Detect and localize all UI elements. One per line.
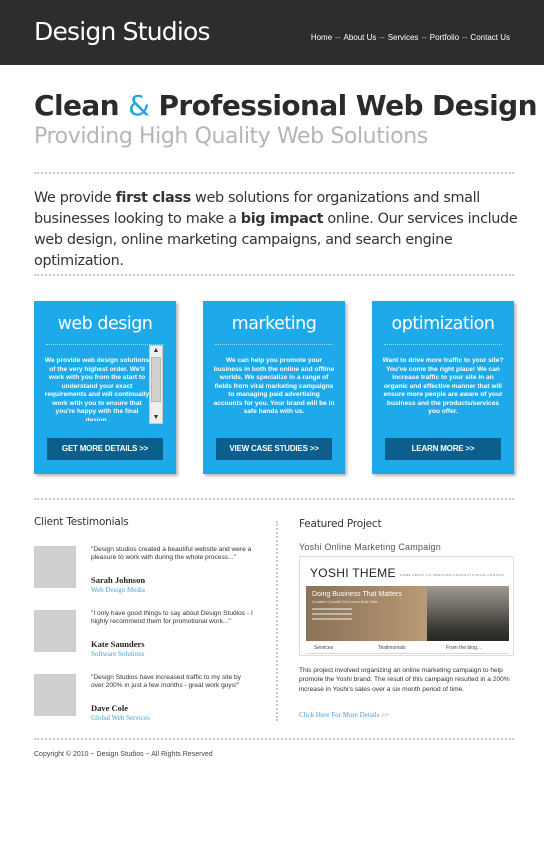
divider [34,738,514,740]
intro-bold: first class [115,190,192,206]
screenshot-banner-title: Doing Business That Matters [312,591,402,598]
screenshot-text-line [312,613,352,615]
divider [34,274,514,276]
testimonial-name: Sarah Johnson [91,575,146,585]
testimonial-org-link[interactable]: Global Web Services [91,714,150,722]
nav-contact-us[interactable]: Contact Us [470,33,510,42]
scroll-thumb[interactable] [151,357,161,402]
service-divider [46,344,164,345]
testimonial-item: "Design studios created a beautiful webs… [34,546,259,594]
testimonials-heading: Client Testimonials [34,516,129,528]
screenshot-logo: YOSHI THEME [310,566,396,580]
intro-paragraph: We provide first class web solutions for… [34,188,520,272]
page-subheadline: Providing High Quality Web Solutions [34,124,428,149]
headline-part1: Clean [34,89,120,122]
screenshot-text-line [312,608,352,610]
scroll-up-icon[interactable]: ▲ [150,346,162,356]
get-more-details-button[interactable]: GET MORE DETAILS >> [47,438,163,460]
screenshot-banner-subtitle: Curabitur Convallis Sed Lorem Nulla Vita… [312,600,378,604]
nav-separator: -- [335,33,341,42]
service-description: We can help you promote your business in… [213,357,335,415]
featured-project-description: This project involved organizing an onli… [299,667,510,693]
headline-part2: Professional Web Design [158,89,538,122]
divider [34,498,514,500]
testimonial-name: Kate Saunders [91,639,145,649]
service-title: web design [57,314,153,334]
divider [34,172,514,174]
service-divider [215,344,333,345]
intro-text: We provide [34,190,116,206]
service-scrollbar[interactable]: ▲ ▼ [149,345,163,424]
nav-services[interactable]: Services [388,33,419,42]
screenshot-nav: HOME ABOUT US SERVICES PRODUCTS BLOG CON… [400,573,505,577]
nav-about-us[interactable]: About Us [343,33,376,42]
copyright-text: Copyright © 2010 ~ Design Studios ~ All … [34,751,213,758]
testimonial-quote: "I only have good things to say about De… [91,610,253,626]
testimonial-photo [34,546,76,588]
featured-more-details-link[interactable]: Click Here For More Details >> [299,711,389,719]
testimonial-photo [34,674,76,716]
testimonial-quote: "Design Studios have increased traffic t… [91,674,241,690]
headline-ampersand: & [128,89,150,122]
nav-portfolio[interactable]: Portfolio [430,33,459,42]
nav-separator: -- [379,33,385,42]
screenshot-city-photo [427,586,509,641]
featured-project-title: Yoshi Online Marketing Campaign [299,542,441,552]
testimonial-photo [34,610,76,652]
service-box-optimization: optimization Want to drive more traffic … [372,301,514,474]
screenshot-banner: Doing Business That Matters Curabitur Co… [306,586,509,641]
featured-heading: Featured Project [299,518,382,530]
testimonial-item: "I only have good things to say about De… [34,610,259,658]
screenshot-tab: From the blog... [446,645,482,651]
learn-more-button[interactable]: LEARN MORE >> [385,438,501,460]
service-description: We provide web design solutions of the v… [44,357,150,421]
site-logo[interactable]: Design Studios [34,17,211,46]
intro-bold: big impact [240,211,324,227]
page-headline: Clean & Professional Web Design [34,89,538,122]
column-divider [276,521,278,721]
site-header: Design Studios Home -- About Us -- Services -… [0,0,544,65]
featured-project-screenshot[interactable]: YOSHI THEME HOME ABOUT US SERVICES PRODU… [299,556,514,656]
scroll-down-icon[interactable]: ▼ [150,413,162,423]
service-description: Want to drive more traffic to your site?… [382,357,504,415]
nav-home[interactable]: Home [311,33,332,42]
service-box-web-design: web design We provide web design solutio… [34,301,176,474]
view-case-studies-button[interactable]: VIEW CASE STUDIES >> [216,438,332,460]
service-box-marketing: marketing We can help you promote your b… [203,301,345,474]
testimonial-item: "Design Studios have increased traffic t… [34,674,259,722]
main-nav: Home -- About Us -- Services -- Portfolio -- Con… [311,33,510,42]
screenshot-divider [306,653,509,654]
nav-separator: -- [421,33,427,42]
screenshot-text-line [312,618,352,620]
testimonial-quote: "Design studios created a beautiful webs… [91,546,252,562]
testimonial-org-link[interactable]: Web Design Media [91,586,145,594]
service-title: optimization [391,314,495,334]
testimonial-name: Dave Cole [91,703,129,713]
service-divider [384,344,502,345]
screenshot-tab: Testimonials [378,645,406,651]
service-title: marketing [231,314,317,334]
nav-separator: -- [462,33,468,42]
screenshot-tab: Services [314,645,334,651]
testimonial-org-link[interactable]: Software Solutions [91,650,144,658]
